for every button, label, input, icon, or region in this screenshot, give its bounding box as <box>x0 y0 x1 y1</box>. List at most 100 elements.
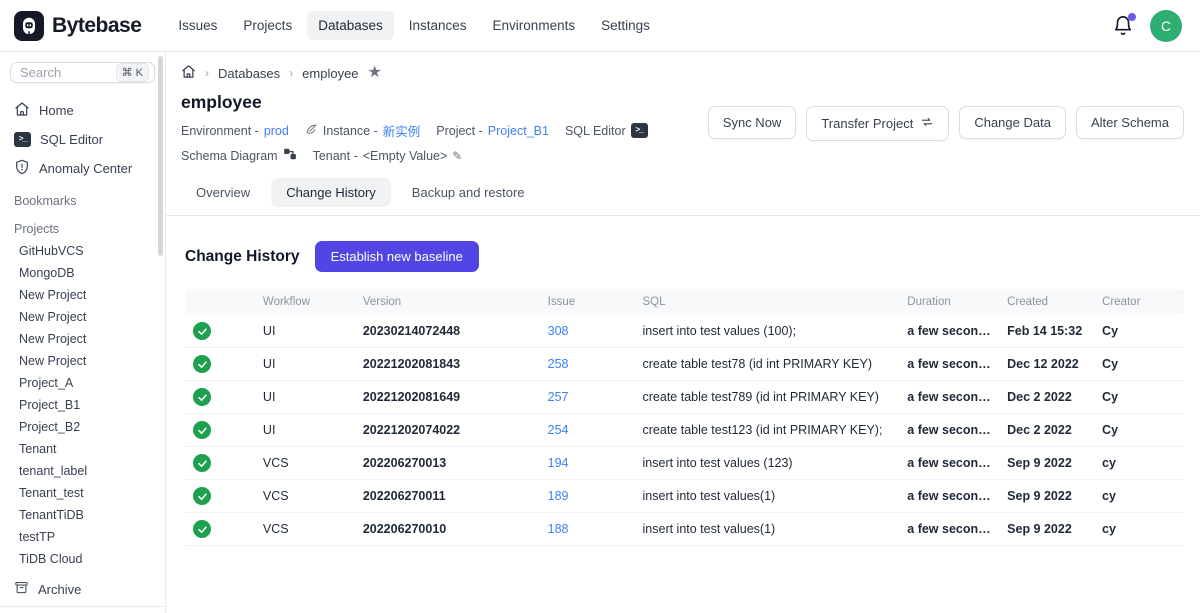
cell-version: 20221202081649 <box>355 381 540 414</box>
shield-icon <box>14 159 30 178</box>
project-list-item[interactable]: TiDB Cloud <box>0 548 165 570</box>
change-history-header: Change History Establish new baseline <box>185 241 1184 272</box>
project-list-item[interactable]: Tenant <box>0 438 165 460</box>
project-list-item[interactable]: GitHubVCS <box>0 240 165 262</box>
project-list-item[interactable]: New Project <box>0 284 165 306</box>
project-list-item[interactable]: TenantTiDB <box>0 504 165 526</box>
environment-link[interactable]: prod <box>264 124 289 138</box>
avatar[interactable]: C <box>1150 10 1182 42</box>
cell-creator: Cy <box>1094 315 1184 348</box>
issue-link[interactable]: 194 <box>548 456 569 470</box>
edit-pencil-icon[interactable]: ✎ <box>452 149 462 163</box>
nav-item[interactable]: Projects <box>232 11 303 40</box>
col-version: Version <box>355 289 540 315</box>
project-list-item[interactable]: New Project <box>0 306 165 328</box>
issue-link[interactable]: 254 <box>548 423 569 437</box>
col-sql: SQL <box>635 289 900 315</box>
issue-link[interactable]: 308 <box>548 324 569 338</box>
sidebar-item-anomaly-center[interactable]: Anomaly Center <box>0 153 165 184</box>
project-list-item[interactable]: New Project <box>0 350 165 372</box>
sidebar-item-archive[interactable]: Archive <box>0 572 165 606</box>
nav-item[interactable]: Settings <box>590 11 661 40</box>
sidebar-scrollbar[interactable] <box>158 56 163 256</box>
success-check-icon <box>193 322 211 340</box>
success-check-icon <box>193 454 211 472</box>
schema-diagram-label: Schema Diagram <box>181 149 278 163</box>
nav-item[interactable]: Databases <box>307 11 394 40</box>
project-link[interactable]: Project_B1 <box>488 124 549 138</box>
plan-label[interactable]: Enterprise Plan <box>0 606 165 613</box>
issue-link[interactable]: 188 <box>548 522 569 536</box>
meta-tenant: Tenant - <Empty Value> ✎ <box>313 149 463 163</box>
page-title: employee <box>181 92 708 113</box>
cell-duration: a few seconds <box>899 348 999 381</box>
cell-workflow: UI <box>255 315 355 348</box>
cell-creator: cy <box>1094 513 1184 546</box>
cell-sql: insert into test values(1) <box>635 513 900 546</box>
search-input[interactable]: Search ⌘ K <box>10 62 155 83</box>
table-row[interactable]: VCS 202206270010 188 insert into test va… <box>185 513 1184 546</box>
establish-baseline-button[interactable]: Establish new baseline <box>315 241 479 272</box>
favorite-star-icon[interactable]: ★ <box>368 65 382 81</box>
cell-version: 20230214072448 <box>355 315 540 348</box>
bytebase-logo-icon <box>14 11 44 41</box>
cell-duration: a few seconds <box>899 414 999 447</box>
cell-created: Sep 9 2022 <box>999 513 1094 546</box>
project-list-item[interactable]: Project_B1 <box>0 394 165 416</box>
issue-link[interactable]: 258 <box>548 357 569 371</box>
database-meta: Environment - prod Instance - 新实例 P <box>181 121 708 164</box>
cell-created: Sep 9 2022 <box>999 447 1094 480</box>
meta-sql-editor-link[interactable]: SQL Editor >_ <box>565 123 648 138</box>
tab[interactable]: Backup and restore <box>397 178 540 207</box>
project-list-item[interactable]: MongoDB <box>0 262 165 284</box>
tab[interactable]: Change History <box>271 178 391 207</box>
meta-schema-diagram-link[interactable]: Schema Diagram <box>181 147 297 164</box>
nav-item[interactable]: Environments <box>482 11 587 40</box>
breadcrumb-home-icon[interactable] <box>181 64 196 82</box>
project-list-item[interactable]: tenant_label <box>0 460 165 482</box>
cell-created: Sep 9 2022 <box>999 480 1094 513</box>
project-list-item[interactable]: New Project <box>0 328 165 350</box>
breadcrumb-databases[interactable]: Databases <box>218 66 280 81</box>
cell-sql: create table test789 (id int PRIMARY KEY… <box>635 381 900 414</box>
project-list-item[interactable]: Project_A <box>0 372 165 394</box>
archive-icon <box>14 580 29 598</box>
cell-duration: a few seconds <box>899 381 999 414</box>
sidebar-item-home[interactable]: Home <box>0 95 165 126</box>
project-list-item[interactable]: Tenant_test <box>0 482 165 504</box>
cell-creator: cy <box>1094 447 1184 480</box>
search-shortcut-badge: ⌘ K <box>116 63 149 82</box>
table-row[interactable]: UI 20221202074022 254 create table test1… <box>185 414 1184 447</box>
cell-version: 20221202081843 <box>355 348 540 381</box>
table-row[interactable]: UI 20221202081649 257 create table test7… <box>185 381 1184 414</box>
nav-item[interactable]: Instances <box>398 11 478 40</box>
project-list-item[interactable]: Project_B2 <box>0 416 165 438</box>
table-row[interactable]: UI 20221202081843 258 create table test7… <box>185 348 1184 381</box>
alter-schema-button[interactable]: Alter Schema <box>1076 106 1184 139</box>
page-header: employee Environment - prod Instance - <box>181 92 1184 164</box>
bytebase-logo[interactable]: Bytebase <box>14 11 141 41</box>
project-list-item[interactable]: testTP <box>0 526 165 548</box>
project-list: GitHubVCSMongoDBNew ProjectNew ProjectNe… <box>0 240 165 570</box>
success-check-icon <box>193 487 211 505</box>
tenant-label: Tenant - <box>313 149 358 163</box>
cell-workflow: VCS <box>255 513 355 546</box>
col-creator: Creator <box>1094 289 1184 315</box>
table-row[interactable]: VCS 202206270011 189 insert into test va… <box>185 480 1184 513</box>
notification-bell-icon[interactable] <box>1112 15 1134 37</box>
col-workflow: Workflow <box>255 289 355 315</box>
sync-now-button[interactable]: Sync Now <box>708 106 797 139</box>
nav-item[interactable]: Issues <box>167 11 228 40</box>
transfer-project-button[interactable]: Transfer Project <box>806 106 949 141</box>
issue-link[interactable]: 189 <box>548 489 569 503</box>
breadcrumb: › Databases › employee ★ <box>181 64 1184 82</box>
tab[interactable]: Overview <box>181 178 265 207</box>
table-row[interactable]: UI 20230214072448 308 insert into test v… <box>185 315 1184 348</box>
sidebar-item-sql-editor[interactable]: >_ SQL Editor <box>0 126 165 153</box>
issue-link[interactable]: 257 <box>548 390 569 404</box>
table-row[interactable]: VCS 202206270013 194 insert into test va… <box>185 447 1184 480</box>
sidebar: Search ⌘ K Home >_ SQL Editor <box>0 52 166 613</box>
instance-link[interactable]: 新实例 <box>383 121 421 140</box>
change-data-button[interactable]: Change Data <box>959 106 1066 139</box>
cell-creator: Cy <box>1094 414 1184 447</box>
